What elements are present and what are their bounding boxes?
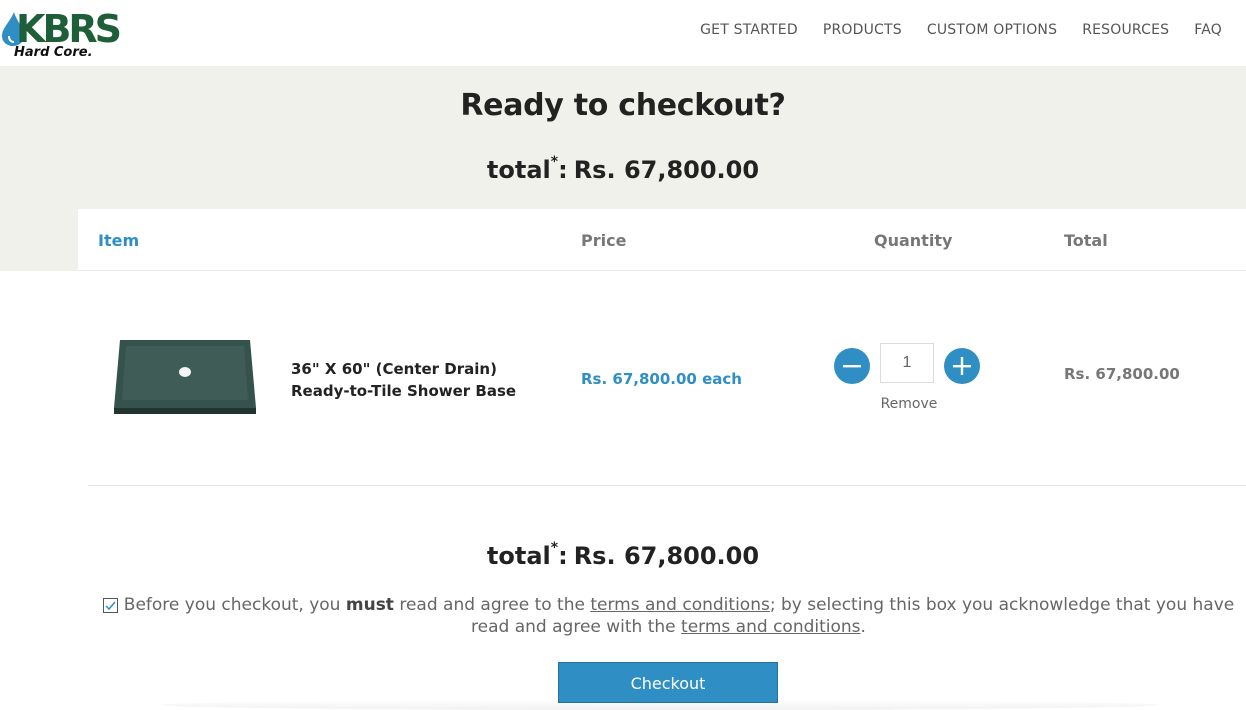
product-unit-price: Rs. 67,800.00 each <box>581 370 742 388</box>
column-header-price: Price <box>581 231 627 250</box>
nav-resources[interactable]: RESOURCES <box>1082 20 1169 40</box>
product-name[interactable]: 36" X 60" (Center Drain) Ready-to-Tile S… <box>291 358 556 402</box>
column-header-quantity: Quantity <box>874 231 953 250</box>
total-label: total <box>486 156 551 184</box>
order-total-top: total*: Rs. 67,800.00 <box>0 154 1246 184</box>
terms-must: must <box>345 595 394 615</box>
quantity-stepper: Remove <box>834 342 984 422</box>
site-header: KBRS Hard Core. GET STARTED PRODUCTS CUS… <box>0 0 1246 66</box>
svg-text:Hard Core.: Hard Core. <box>14 45 93 60</box>
column-header-item: Item <box>98 231 140 250</box>
cart-row: 36" X 60" (Center Drain) Ready-to-Tile S… <box>88 272 1246 486</box>
column-header-total: Total <box>1064 231 1108 250</box>
kbrs-logo[interactable]: KBRS Hard Core. <box>0 2 145 62</box>
nav-products[interactable]: PRODUCTS <box>823 20 902 40</box>
total-asterisk: * <box>550 154 559 170</box>
decrease-quantity-button[interactable] <box>834 348 870 384</box>
increase-quantity-button[interactable] <box>944 348 980 384</box>
product-image[interactable] <box>110 338 260 416</box>
nav-faq[interactable]: FAQ <box>1194 20 1222 40</box>
nav-custom-options[interactable]: CUSTOM OPTIONS <box>927 20 1057 40</box>
page-title: Ready to checkout? <box>460 88 786 123</box>
quantity-input[interactable] <box>880 343 934 383</box>
terms-link-2[interactable]: terms and conditions <box>681 617 860 637</box>
total-asterisk: * <box>550 540 559 556</box>
cart-table-header: Item Price Quantity Total <box>78 209 1246 271</box>
total-value: Rs. 67,800.00 <box>573 156 760 184</box>
terms-link[interactable]: terms and conditions <box>590 595 769 615</box>
terms-text-middle: read and agree to the <box>399 595 585 615</box>
main-nav: GET STARTED PRODUCTS CUSTOM OPTIONS RESO… <box>700 20 1222 40</box>
total-colon: : <box>558 156 568 184</box>
terms-text-end: . <box>860 617 866 637</box>
terms-text-before: Before you checkout, you <box>123 595 341 615</box>
terms-agreement: Before you checkout, you must read and a… <box>96 594 1241 638</box>
checkmark-icon <box>105 601 116 611</box>
nav-get-started[interactable]: GET STARTED <box>700 20 798 40</box>
remove-link[interactable]: Remove <box>834 396 984 412</box>
row-total: Rs. 67,800.00 <box>1064 365 1180 383</box>
footer-shadow <box>160 700 1160 710</box>
terms-checkbox[interactable] <box>102 598 118 613</box>
total-label: total <box>486 542 551 570</box>
total-colon: : <box>558 542 568 570</box>
order-total-bottom: total*: Rs. 67,800.00 <box>0 540 1246 570</box>
minus-icon <box>843 365 861 368</box>
plus-icon <box>953 357 971 375</box>
total-value: Rs. 67,800.00 <box>573 542 760 570</box>
checkout-button[interactable]: Checkout <box>558 662 778 703</box>
